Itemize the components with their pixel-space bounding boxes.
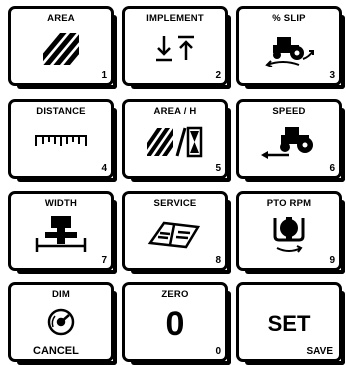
save-label: SAVE bbox=[306, 346, 334, 357]
service-book-icon bbox=[125, 212, 225, 256]
key-number: 0 bbox=[215, 346, 221, 357]
key-number: 6 bbox=[329, 163, 335, 174]
key-number: 8 bbox=[215, 255, 221, 266]
zero-digit: 0 bbox=[165, 305, 185, 343]
dimmer-dial-icon bbox=[11, 303, 111, 341]
pto-rpm-key[interactable]: PTO RPM 9 bbox=[236, 191, 345, 274]
keypad: AREA 1 IMPLEMENT 2 % SLIP 3 DISTANCE 4 A… bbox=[0, 0, 346, 365]
key-number: 4 bbox=[101, 163, 107, 174]
implement-key[interactable]: IMPLEMENT 2 bbox=[122, 6, 231, 89]
implement-width-icon bbox=[11, 212, 111, 256]
area-per-hour-icon bbox=[125, 120, 225, 164]
key-number: 5 bbox=[215, 163, 221, 174]
key-label: % SLIP bbox=[272, 13, 306, 24]
service-key[interactable]: SERVICE 8 bbox=[122, 191, 231, 274]
zero-key[interactable]: ZERO 0 0 bbox=[122, 282, 231, 365]
key-label: IMPLEMENT bbox=[146, 13, 204, 24]
pto-shaft-icon bbox=[239, 212, 339, 256]
speed-key[interactable]: SPEED 6 bbox=[236, 99, 345, 182]
cancel-label: CANCEL bbox=[33, 345, 79, 357]
distance-key[interactable]: DISTANCE 4 bbox=[8, 99, 117, 182]
area-hatch-icon bbox=[11, 27, 111, 71]
ruler-icon bbox=[11, 120, 111, 164]
key-label: AREA / H bbox=[153, 106, 197, 117]
key-label: SPEED bbox=[272, 106, 306, 117]
width-key[interactable]: WIDTH 7 bbox=[8, 191, 117, 274]
key-number: 1 bbox=[101, 70, 107, 81]
key-label: PTO RPM bbox=[266, 198, 312, 209]
set-label: SET bbox=[267, 311, 311, 336]
area-per-hour-key[interactable]: AREA / H 5 bbox=[122, 99, 231, 182]
key-label: AREA bbox=[47, 13, 75, 24]
key-number: 9 bbox=[329, 255, 335, 266]
slip-key[interactable]: % SLIP 3 bbox=[236, 6, 345, 89]
key-label: DISTANCE bbox=[36, 106, 86, 117]
key-label: ZERO bbox=[161, 289, 189, 300]
set-save-key[interactable]: SET SAVE bbox=[236, 282, 345, 365]
implement-up-down-icon bbox=[125, 27, 225, 71]
key-label: WIDTH bbox=[44, 198, 78, 209]
key-label: DIM bbox=[51, 289, 70, 300]
tractor-slip-icon bbox=[239, 27, 339, 71]
area-key[interactable]: AREA 1 bbox=[8, 6, 117, 89]
key-label: SERVICE bbox=[153, 198, 197, 209]
key-number: 7 bbox=[101, 255, 107, 266]
dim-cancel-key[interactable]: DIM CANCEL bbox=[8, 282, 117, 365]
tractor-speed-icon bbox=[239, 120, 339, 164]
key-number: 2 bbox=[215, 70, 221, 81]
key-number: 3 bbox=[329, 70, 335, 81]
